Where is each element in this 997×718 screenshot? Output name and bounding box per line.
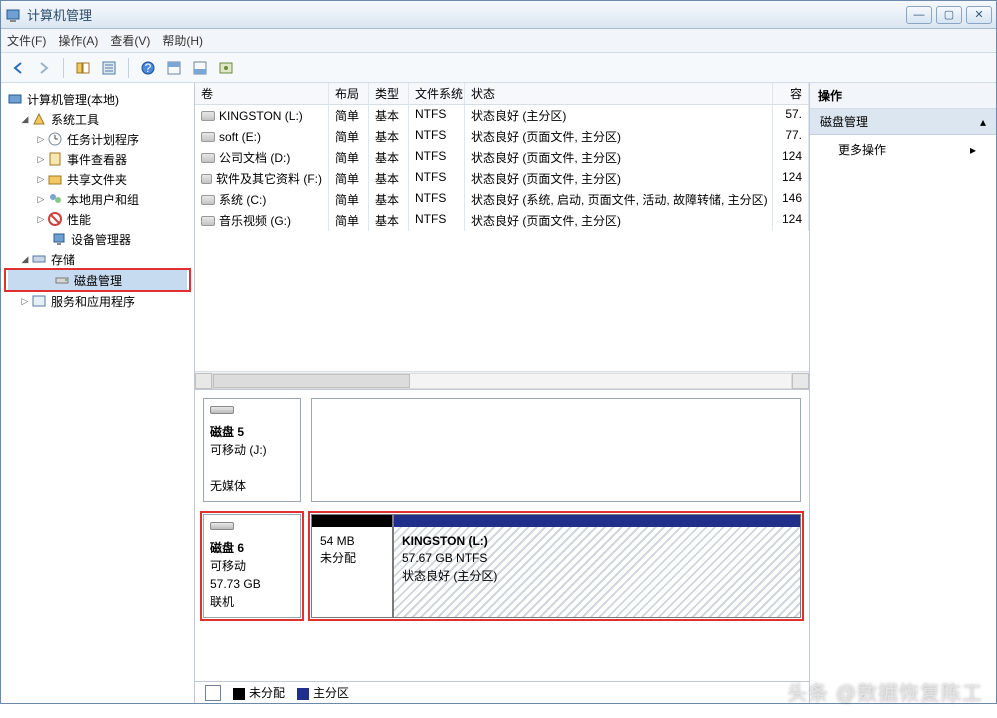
tree-device-manager[interactable]: 设备管理器 <box>5 229 190 249</box>
titlebar: 计算机管理 — ▢ ✕ <box>1 1 996 29</box>
tree-root[interactable]: 计算机管理(本地) <box>5 89 190 109</box>
actions-pane: 操作 磁盘管理 ▴ 更多操作 ▸ <box>810 83 996 703</box>
drive-icon <box>201 111 215 121</box>
center-pane: 卷 布局 类型 文件系统 状态 容 KINGSTON (L:)简单基本NTFS状… <box>195 83 810 703</box>
maximize-button[interactable]: ▢ <box>936 6 962 24</box>
settings-icon[interactable] <box>215 57 237 79</box>
legend-unallocated: 未分配 <box>233 684 285 701</box>
disk-6-unallocated[interactable]: 54 MB 未分配 <box>311 514 393 618</box>
disk-6-body: 54 MB 未分配 KINGSTON (L:) 57.67 GB NTFS 状态… <box>311 514 801 618</box>
tree-task-scheduler[interactable]: ▷任务计划程序 <box>5 129 190 149</box>
table-row[interactable]: KINGSTON (L:)简单基本NTFS状态良好 (主分区)57. <box>195 105 809 126</box>
minimize-button[interactable]: — <box>906 6 932 24</box>
volume-header[interactable]: 卷 布局 类型 文件系统 状态 容 <box>195 83 809 105</box>
disk-6-block: 磁盘 6 可移动 57.73 GB 联机 54 MB 未分配 <box>203 514 801 618</box>
scroll-left-button[interactable] <box>195 373 212 389</box>
disk-icon <box>210 406 234 414</box>
close-button[interactable]: ✕ <box>966 6 992 24</box>
tree-performance[interactable]: ▷性能 <box>5 209 190 229</box>
forward-button[interactable] <box>33 57 55 79</box>
tree-system-tools[interactable]: ◢系统工具 <box>5 109 190 129</box>
col-fs[interactable]: 文件系统 <box>409 83 465 104</box>
tree-disk-management[interactable]: 磁盘管理 <box>8 270 187 290</box>
disk-6-header[interactable]: 磁盘 6 可移动 57.73 GB 联机 <box>203 514 301 618</box>
svg-text:?: ? <box>145 61 152 75</box>
col-capacity[interactable]: 容 <box>773 83 809 104</box>
drive-icon <box>201 174 212 184</box>
body-area: 计算机管理(本地) ◢系统工具 ▷任务计划程序 ▷事件查看器 ▷共享文件夹 ▷本… <box>1 83 996 703</box>
table-row[interactable]: 公司文档 (D:)简单基本NTFS状态良好 (页面文件, 主分区)124 <box>195 147 809 168</box>
table-row[interactable]: 系统 (C:)简单基本NTFS状态良好 (系统, 启动, 页面文件, 活动, 故… <box>195 189 809 210</box>
actions-group[interactable]: 磁盘管理 ▴ <box>810 109 996 135</box>
tree-storage[interactable]: ◢存储 <box>5 249 190 269</box>
menu-file[interactable]: 文件(F) <box>7 32 46 49</box>
menu-view[interactable]: 查看(V) <box>110 32 150 49</box>
drive-icon <box>201 132 215 142</box>
watermark: 头条 @数据恢复陈工 <box>787 677 983 706</box>
col-status[interactable]: 状态 <box>465 83 773 104</box>
volume-table: 卷 布局 类型 文件系统 状态 容 KINGSTON (L:)简单基本NTFS状… <box>195 83 809 390</box>
legend-tab-icon[interactable] <box>205 685 221 701</box>
show-hide-icon[interactable] <box>72 57 94 79</box>
app-window: 计算机管理 — ▢ ✕ 文件(F) 操作(A) 查看(V) 帮助(H) ? 计算… <box>0 0 997 704</box>
volume-hscroll[interactable] <box>195 371 809 389</box>
disk-5-body[interactable] <box>311 398 801 502</box>
legend-primary: 主分区 <box>297 684 349 701</box>
tree-disk-mgmt-highlight: 磁盘管理 <box>4 268 191 292</box>
tree-pane[interactable]: 计算机管理(本地) ◢系统工具 ▷任务计划程序 ▷事件查看器 ▷共享文件夹 ▷本… <box>1 83 195 703</box>
drive-icon <box>201 195 215 205</box>
drive-icon <box>201 153 215 163</box>
tree-local-users[interactable]: ▷本地用户和组 <box>5 189 190 209</box>
col-type[interactable]: 类型 <box>369 83 409 104</box>
disk-5-header[interactable]: 磁盘 5 可移动 (J:) 无媒体 <box>203 398 301 502</box>
window-title: 计算机管理 <box>27 5 906 24</box>
menu-action[interactable]: 操作(A) <box>58 32 98 49</box>
app-icon <box>5 7 21 23</box>
menu-help[interactable]: 帮助(H) <box>162 32 203 49</box>
col-layout[interactable]: 布局 <box>329 83 369 104</box>
legend-bar: 未分配 主分区 <box>195 681 809 703</box>
tree-event-viewer[interactable]: ▷事件查看器 <box>5 149 190 169</box>
disk-graphical-area[interactable]: 磁盘 5 可移动 (J:) 无媒体 磁盘 6 可移动 57.73 GB 联机 <box>195 390 809 681</box>
collapse-icon[interactable]: ▴ <box>980 115 986 129</box>
scroll-thumb[interactable] <box>213 374 410 388</box>
scroll-right-button[interactable] <box>792 373 809 389</box>
back-button[interactable] <box>7 57 29 79</box>
tree-services[interactable]: ▷服务和应用程序 <box>5 291 190 311</box>
actions-more[interactable]: 更多操作 ▸ <box>810 135 996 164</box>
view-top-icon[interactable] <box>163 57 185 79</box>
disk-6-partition-kingston[interactable]: KINGSTON (L:) 57.67 GB NTFS 状态良好 (主分区) <box>393 514 801 618</box>
table-row[interactable]: 软件及其它资料 (F:)简单基本NTFS状态良好 (页面文件, 主分区)124 <box>195 168 809 189</box>
menubar: 文件(F) 操作(A) 查看(V) 帮助(H) <box>1 29 996 53</box>
table-row[interactable]: soft (E:)简单基本NTFS状态良好 (页面文件, 主分区)77. <box>195 126 809 147</box>
toolbar: ? <box>1 53 996 83</box>
drive-icon <box>201 216 215 226</box>
actions-title: 操作 <box>810 83 996 109</box>
tree-shared-folders[interactable]: ▷共享文件夹 <box>5 169 190 189</box>
disk-icon <box>210 522 234 530</box>
chevron-right-icon: ▸ <box>970 143 976 157</box>
col-volume[interactable]: 卷 <box>195 83 329 104</box>
help-icon[interactable]: ? <box>137 57 159 79</box>
disk-5-block: 磁盘 5 可移动 (J:) 无媒体 <box>203 398 801 502</box>
view-bottom-icon[interactable] <box>189 57 211 79</box>
table-row[interactable]: 音乐视频 (G:)简单基本NTFS状态良好 (页面文件, 主分区)124 <box>195 210 809 231</box>
properties-icon[interactable] <box>98 57 120 79</box>
